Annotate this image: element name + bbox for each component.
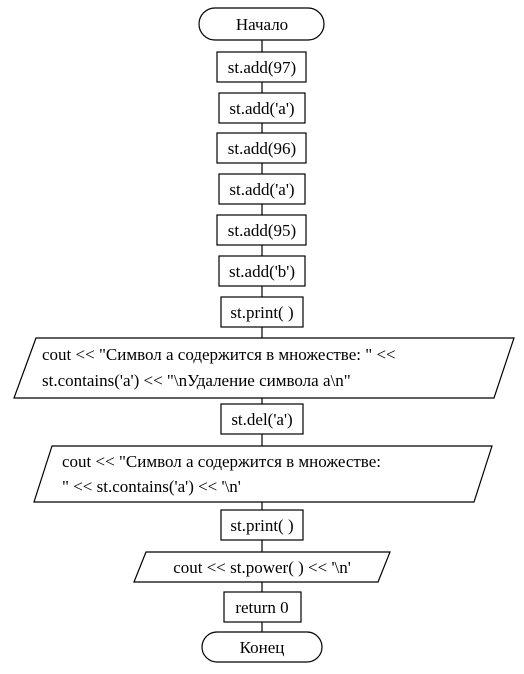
- process-step-text: st.add('b'): [229, 262, 295, 281]
- start-terminator: Начало: [198, 7, 325, 41]
- process-step-del-a: st.del('a'): [220, 403, 304, 435]
- process-step-print: st.print( ): [220, 296, 304, 328]
- end-label: Конец: [240, 638, 285, 657]
- process-step-add-b: st.add('b'): [218, 255, 306, 287]
- start-label: Начало: [236, 15, 288, 34]
- process-step-text: st.del('a'): [231, 410, 292, 429]
- process-step-text: return 0: [235, 598, 288, 617]
- process-step-text: st.print( ): [230, 516, 293, 535]
- process-step-return: return 0: [223, 591, 302, 623]
- flowchart: Начало st.add(97) st.add('a') st.add(96)…: [13, 7, 515, 663]
- process-step-text: st.add(96): [228, 139, 296, 158]
- io-step-line-2: st.contains('a') << "\nУдаление символа …: [42, 371, 351, 390]
- process-step-add-96: st.add(96): [216, 132, 307, 164]
- process-step-text: st.print( ): [230, 303, 293, 322]
- io-step-line-1: cout << "Символ а содержится в множестве…: [42, 345, 396, 364]
- io-step-cout-contains-delete: cout << "Символ а содержится в множестве…: [13, 337, 515, 399]
- process-step-text: st.add('a'): [229, 99, 294, 118]
- io-step-cout-contains: cout << "Символ а содержится в множестве…: [33, 445, 493, 503]
- process-step-text: st.add(95): [228, 221, 296, 240]
- process-step-add-a: st.add('a'): [218, 92, 306, 124]
- process-step-add-97: st.add(97): [216, 51, 307, 83]
- process-step-add-95: st.add(95): [216, 214, 307, 246]
- process-step-text: st.add('a'): [229, 180, 294, 199]
- process-step-print-2: st.print( ): [220, 509, 304, 541]
- io-step-cout-power: cout << st.power( ) << '\n': [133, 551, 391, 583]
- end-terminator: Конец: [201, 631, 323, 663]
- io-step-line-1: cout << st.power( ) << '\n': [173, 558, 351, 577]
- process-step-add-a-2: st.add('a'): [218, 173, 306, 205]
- process-step-text: st.add(97): [228, 58, 296, 77]
- io-step-line-2: " << st.contains('a') << '\n': [62, 477, 241, 496]
- io-step-line-1: cout << "Символ а содержится в множестве…: [62, 452, 381, 471]
